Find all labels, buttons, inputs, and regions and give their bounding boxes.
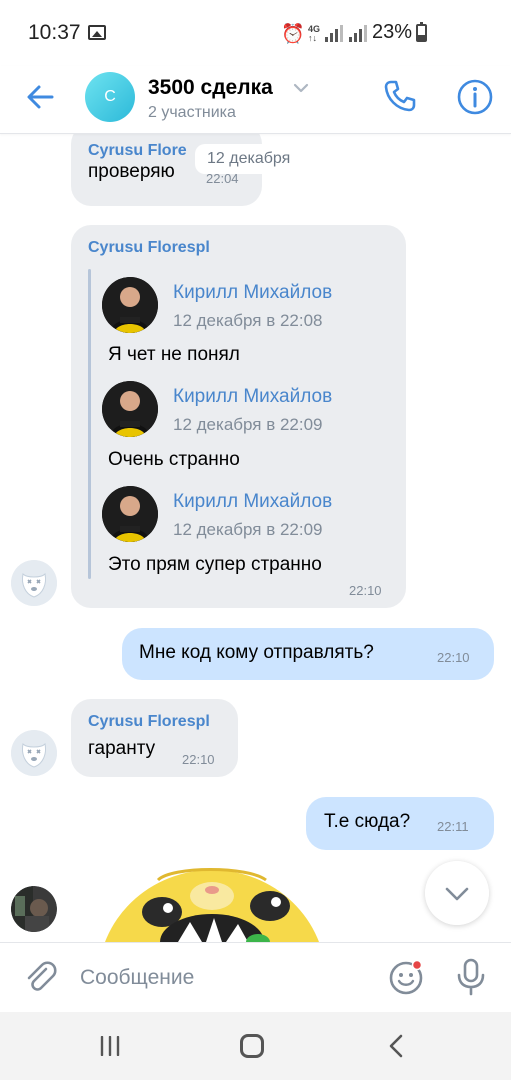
system-back-icon[interactable] [386, 1034, 406, 1058]
forwarded-date: 12 декабря в 22:08 [173, 311, 323, 330]
message-time: 22:11 [437, 819, 469, 834]
alarm-icon: ⏰ [281, 24, 305, 45]
message-bubble-outgoing[interactable]: Т.е сюда? 22:11 [306, 797, 494, 850]
avatar[interactable] [102, 277, 158, 333]
default-user-avatar-icon[interactable] [11, 730, 57, 776]
sender-name[interactable]: Cyrusu Florespl [88, 713, 228, 731]
forwarded-text: Очень странно [108, 449, 240, 470]
sender-name[interactable]: Cyrusu Florespl [88, 239, 228, 257]
message-text: Т.е сюда? [324, 811, 411, 832]
forwarded-date: 12 декабря в 22:09 [173, 520, 323, 539]
back-arrow-icon[interactable] [24, 80, 58, 114]
message-list[interactable]: Cyrusu Flore проверяю 22:04 12 декабря C… [0, 134, 511, 942]
info-icon[interactable] [456, 78, 494, 116]
forwarded-date: 12 декабря в 22:09 [173, 415, 323, 434]
participants-count[interactable]: 2 участника [148, 104, 236, 122]
forwarded-author-name[interactable]: Кирилл Михайлов [173, 491, 332, 513]
signal-icon-2 [349, 24, 369, 42]
network-type: 4G ↑↓ [308, 24, 321, 43]
avatar[interactable] [11, 886, 57, 932]
home-button-icon[interactable] [240, 1034, 264, 1058]
forwarded-text: Это прям супер странно [108, 554, 322, 575]
message-text: проверяю [88, 161, 175, 182]
message-time: 22:10 [437, 650, 470, 665]
battery-percent: 23% [372, 21, 413, 43]
message-text: гаранту [88, 738, 156, 759]
date-badge: 12 декабря [195, 144, 303, 174]
sticker-image[interactable] [98, 868, 326, 942]
sticker-smile-icon[interactable] [388, 959, 424, 995]
message-time: 22:10 [182, 752, 215, 767]
paperclip-icon[interactable] [22, 959, 58, 995]
phone-icon[interactable] [382, 78, 418, 114]
message-time: 22:10 [349, 583, 382, 598]
status-time: 10:37 [28, 21, 81, 44]
system-nav-bar [0, 1012, 511, 1080]
recent-apps-icon[interactable] [98, 1036, 122, 1056]
message-bubble-outgoing[interactable]: Мне код кому отправлять? 22:10 [122, 628, 494, 680]
chat-avatar[interactable]: C [85, 72, 135, 122]
scroll-down-button[interactable] [425, 861, 489, 925]
gallery-notification-icon [88, 25, 106, 40]
sender-name[interactable]: Cyrusu Flore [88, 142, 198, 160]
chat-title[interactable]: 3500 сделка [148, 76, 273, 100]
avatar[interactable] [102, 486, 158, 542]
forwarded-text: Я чет не понял [108, 344, 240, 365]
message-composer [0, 942, 511, 1012]
avatar[interactable] [102, 381, 158, 437]
signal-icon [325, 24, 347, 42]
message-input[interactable] [80, 961, 370, 995]
default-user-avatar-icon[interactable] [11, 560, 57, 606]
forwarded-author-name[interactable]: Кирилл Михайлов [173, 282, 332, 304]
chevron-down-icon[interactable] [293, 82, 309, 94]
battery-icon [416, 22, 427, 42]
microphone-icon[interactable] [455, 957, 487, 997]
forwarded-author-name[interactable]: Кирилл Михайлов [173, 386, 332, 408]
status-bar: 10:37 ⏰ 4G ↑↓ 23% [0, 0, 511, 66]
message-bubble[interactable]: Cyrusu Florespl гаранту 22:10 [71, 699, 238, 777]
forward-quote-line [88, 269, 91, 579]
message-text: Мне код кому отправлять? [139, 642, 374, 663]
chat-header: C 3500 сделка 2 участника [0, 66, 511, 134]
